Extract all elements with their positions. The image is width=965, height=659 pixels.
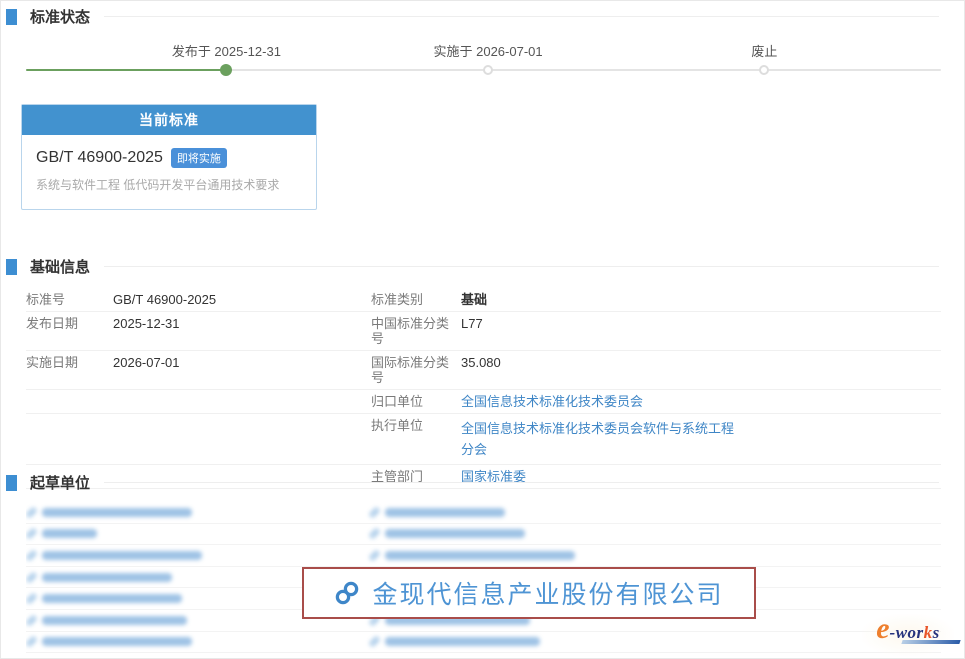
centralized-unit-link[interactable]: 全国信息技术标准化技术委员会 — [461, 394, 643, 409]
field-value-ics: 35.080 — [461, 355, 501, 385]
drafting-unit-link-blurred[interactable] — [26, 593, 182, 604]
logo-e-glyph: e — [876, 612, 889, 645]
field-label: 中国标准分类号 — [371, 316, 461, 346]
timeline-label: 实施于 2026-07-01 — [434, 41, 543, 60]
drafting-unit-link-blurred[interactable] — [369, 528, 525, 539]
section-marker — [6, 9, 17, 25]
drafting-unit-link-blurred[interactable] — [369, 550, 575, 561]
blurred-text — [385, 508, 505, 517]
card-header: 当前标准 — [22, 105, 316, 135]
section-header-basic-info: 基础信息 — [6, 256, 939, 277]
timeline-stop-implemented: 实施于 2026-07-01 — [434, 41, 543, 60]
section-divider — [104, 482, 939, 483]
section-title-status: 标准状态 — [30, 6, 90, 27]
blurred-text — [42, 616, 187, 625]
section-header-status: 标准状态 — [6, 6, 939, 27]
blurred-text — [42, 573, 172, 582]
section-marker — [6, 259, 17, 275]
card-body: GB/T 46900-2025 即将实施 系统与软件工程 低代码开发平台通用技术… — [22, 135, 316, 209]
blurred-text — [385, 551, 575, 560]
field-value-ccs: L77 — [461, 316, 483, 346]
logo-underline-bar — [902, 640, 961, 644]
info-row: 执行单位 全国信息技术标准化技术委员会软件与系统工程分会 — [26, 414, 941, 465]
field-value-implement-date: 2026-07-01 — [113, 355, 180, 385]
link-icon — [26, 636, 37, 647]
standard-name: 系统与软件工程 低代码开发平台通用技术要求 — [36, 176, 302, 193]
drafting-unit-link-blurred[interactable] — [26, 572, 172, 583]
field-value-standard-no: GB/T 46900-2025 — [113, 292, 216, 307]
link-icon — [26, 593, 37, 604]
eworks-logo: e-works — [876, 614, 940, 644]
drafting-unit-link-blurred[interactable] — [26, 636, 192, 647]
link-icon — [334, 580, 360, 606]
blurred-text — [385, 637, 540, 646]
blurred-text — [42, 529, 97, 538]
timeline-dot-upcoming — [759, 65, 769, 75]
info-row: 发布日期 2025-12-31 中国标准分类号 L77 — [26, 312, 941, 351]
link-icon — [26, 572, 37, 583]
status-badge: 即将实施 — [171, 148, 227, 168]
timeline-label: 废止 — [751, 41, 777, 60]
blurred-text — [42, 594, 182, 603]
field-label: 实施日期 — [26, 355, 113, 385]
timeline-dot-reached — [220, 64, 232, 76]
link-icon — [369, 636, 380, 647]
highlighted-unit-link[interactable]: 金现代信息产业股份有限公司 — [372, 575, 723, 611]
section-divider — [104, 16, 939, 17]
eworks-watermark: e-works — [862, 614, 954, 656]
link-icon — [26, 528, 37, 539]
section-header-drafting: 起草单位 — [6, 472, 939, 493]
section-title-drafting: 起草单位 — [30, 472, 90, 493]
field-label: 国际标准分类号 — [371, 355, 461, 385]
blurred-text — [385, 529, 525, 538]
highlighted-unit-callout: 金现代信息产业股份有限公司 — [302, 567, 756, 619]
timeline-stop-published: 发布于 2025-12-31 — [172, 41, 281, 60]
drafting-units-row — [26, 632, 941, 654]
drafting-unit-link-blurred[interactable] — [369, 636, 540, 647]
field-label: 发布日期 — [26, 316, 113, 346]
field-label: 标准号 — [26, 292, 113, 307]
timeline-progress — [26, 69, 226, 71]
timeline-label: 发布于 2025-12-31 — [172, 41, 281, 60]
drafting-unit-link-blurred[interactable] — [26, 615, 187, 626]
info-row: 归口单位 全国信息技术标准化技术委员会 — [26, 390, 941, 414]
link-icon — [369, 507, 380, 518]
standard-detail-page: 标准状态 发布于 2025-12-31 实施于 2026-07-01 废止 当前… — [0, 0, 965, 659]
field-value-publish-date: 2025-12-31 — [113, 316, 180, 346]
drafting-unit-link-blurred[interactable] — [26, 550, 202, 561]
info-row: 标准号 GB/T 46900-2025 标准类别 基础 — [26, 288, 941, 312]
link-icon — [26, 615, 37, 626]
drafting-unit-link-blurred[interactable] — [369, 507, 505, 518]
link-icon — [369, 550, 380, 561]
field-label: 执行单位 — [371, 418, 461, 460]
standard-status-timeline: 发布于 2025-12-31 实施于 2026-07-01 废止 — [26, 41, 941, 85]
field-label: 归口单位 — [371, 394, 461, 409]
info-row: 实施日期 2026-07-01 国际标准分类号 35.080 — [26, 351, 941, 390]
blurred-text — [42, 508, 192, 517]
blurred-text — [42, 637, 192, 646]
executing-unit-link[interactable]: 全国信息技术标准化技术委员会软件与系统工程分会 — [461, 418, 743, 460]
link-icon — [26, 550, 37, 561]
standard-code: GB/T 46900-2025 — [36, 149, 163, 167]
field-value-category: 基础 — [461, 292, 487, 307]
timeline-stop-abolished: 废止 — [751, 41, 777, 60]
section-title-basic-info: 基础信息 — [30, 256, 90, 277]
link-icon — [369, 528, 380, 539]
section-divider — [104, 266, 939, 267]
current-standard-card: 当前标准 GB/T 46900-2025 即将实施 系统与软件工程 低代码开发平… — [21, 104, 317, 210]
drafting-units-row — [26, 524, 941, 546]
drafting-unit-link-blurred[interactable] — [26, 528, 97, 539]
drafting-units-row — [26, 545, 941, 567]
timeline-dot-upcoming — [483, 65, 493, 75]
section-marker — [6, 475, 17, 491]
field-label: 标准类别 — [371, 292, 461, 307]
basic-info-table: 标准号 GB/T 46900-2025 标准类别 基础 发布日期 2025-12… — [26, 288, 941, 489]
drafting-units-row — [26, 502, 941, 524]
drafting-unit-link-blurred[interactable] — [26, 507, 192, 518]
link-icon — [26, 507, 37, 518]
blurred-text — [42, 551, 202, 560]
